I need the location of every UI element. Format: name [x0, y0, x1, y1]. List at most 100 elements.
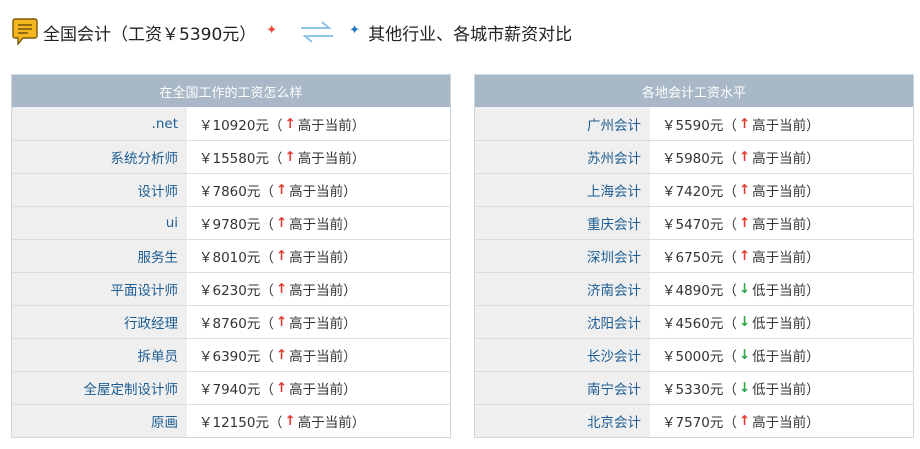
comparison-note: 低于当前 [752, 316, 807, 332]
arrow-up-icon: ↑ [284, 149, 296, 165]
row-name-link[interactable]: .net [12, 107, 187, 140]
close-paren: ） [806, 217, 820, 233]
comparison-note: 高于当前 [752, 217, 807, 233]
arrow-down-icon: ↓ [738, 314, 751, 330]
row-salary-cell: ￥8010元（↑ 高于当前） [187, 240, 450, 272]
row-salary-cell: ￥6230元（↑ 高于当前） [187, 273, 450, 305]
table-row: 沈阳会计 ￥4560元（↓ 低于当前） [475, 305, 913, 338]
close-paren: ） [343, 184, 357, 200]
row-name-link[interactable]: 北京会计 [475, 405, 650, 437]
row-salary-cell: ￥10920元（↑ 高于当前） [187, 107, 450, 140]
open-paren: （ [260, 250, 274, 266]
row-name-link[interactable]: ui [12, 207, 187, 239]
row-salary-cell: ￥8760元（↑ 高于当前） [187, 306, 450, 338]
close-paren: ） [351, 117, 366, 134]
row-salary-cell: ￥6750元（↑ 高于当前） [650, 240, 913, 272]
close-paren: ） [806, 415, 820, 431]
comparison-note: 高于当前 [297, 415, 352, 431]
row-salary-cell: ￥4560元（↓ 低于当前） [650, 306, 913, 338]
open-paren: （ [260, 217, 274, 233]
row-name-link[interactable]: 长沙会计 [475, 339, 650, 371]
comparison-note: 低于当前 [752, 283, 807, 299]
row-name-link[interactable]: 系统分析师 [12, 141, 187, 173]
open-paren: （ [268, 117, 283, 134]
row-salary-cell: ￥5980元（↑ 高于当前） [650, 141, 913, 173]
row-name-link[interactable]: 行政经理 [12, 306, 187, 338]
salary-value: ￥12150元 [199, 415, 269, 431]
row-name-link[interactable]: 南宁会计 [475, 372, 650, 404]
open-paren: （ [268, 415, 283, 431]
row-salary-cell: ￥6390元（↑ 高于当前） [187, 339, 450, 371]
red-sparkle-icon: ✦ [266, 22, 278, 38]
close-paren: ） [806, 382, 820, 398]
row-name-link[interactable]: 平面设计师 [12, 273, 187, 305]
row-salary-cell: ￥5470元（↑ 高于当前） [650, 207, 913, 239]
close-paren: ） [343, 382, 357, 398]
close-paren: ） [806, 151, 820, 167]
row-salary-cell: ￥4890元（↓ 低于当前） [650, 273, 913, 305]
table-row: 广州会计 ￥5590元（↑ 高于当前） [475, 107, 913, 140]
salary-value: ￥7860元 [199, 184, 261, 200]
comparison-note: 低于当前 [752, 349, 807, 365]
row-name-link[interactable]: 苏州会计 [475, 141, 650, 173]
table-row: 长沙会计 ￥5000元（↓ 低于当前） [475, 338, 913, 371]
table-row: 平面设计师 ￥6230元（↑ 高于当前） [12, 272, 450, 305]
swap-arrows-icon[interactable] [299, 19, 335, 45]
row-name-link[interactable]: 重庆会计 [475, 207, 650, 239]
row-name-link[interactable]: 深圳会计 [475, 240, 650, 272]
close-paren: ） [806, 117, 820, 134]
arrow-up-icon: ↑ [284, 115, 296, 132]
comparison-note: 高于当前 [289, 316, 344, 332]
row-name-link[interactable]: 沈阳会计 [475, 306, 650, 338]
salary-value: ￥8010元 [199, 250, 261, 266]
row-salary-cell: ￥7570元（↑ 高于当前） [650, 405, 913, 437]
close-paren: ） [806, 250, 820, 266]
open-paren: （ [260, 382, 274, 398]
close-paren: ） [806, 283, 820, 299]
row-salary-cell: ￥7940元（↑ 高于当前） [187, 372, 450, 404]
salary-value: ￥6750元 [662, 250, 724, 266]
row-name-link[interactable]: 全屋定制设计师 [12, 372, 187, 404]
row-name-link[interactable]: 上海会计 [475, 174, 650, 206]
row-name-link[interactable]: 设计师 [12, 174, 187, 206]
salary-value: ￥15580元 [199, 151, 269, 167]
table-row: 苏州会计 ￥5980元（↑ 高于当前） [475, 140, 913, 173]
table-row: 济南会计 ￥4890元（↓ 低于当前） [475, 272, 913, 305]
arrow-down-icon: ↓ [738, 347, 751, 363]
open-paren: （ [260, 184, 274, 200]
comparison-note: 高于当前 [289, 283, 344, 299]
table-row: 北京会计 ￥7570元（↑ 高于当前） [475, 404, 913, 437]
row-name-link[interactable]: 原画 [12, 405, 187, 437]
arrow-up-icon: ↑ [738, 248, 751, 264]
row-name-link[interactable]: 拆单员 [12, 339, 187, 371]
comparison-note: 高于当前 [752, 250, 807, 266]
compare-link[interactable]: 其他行业、各城市薪资对比 [368, 20, 572, 45]
open-paren: （ [260, 349, 274, 365]
open-paren: （ [723, 117, 737, 134]
row-name-link[interactable]: 服务生 [12, 240, 187, 272]
table-row: 原画 ￥12150元（↑ 高于当前） [12, 404, 450, 437]
table-row: 拆单员 ￥6390元（↑ 高于当前） [12, 338, 450, 371]
salary-value: ￥10920元 [199, 117, 269, 134]
salary-value: ￥8760元 [199, 316, 261, 332]
comparison-note: 高于当前 [297, 151, 352, 167]
row-name-link[interactable]: 广州会计 [475, 107, 650, 140]
comparison-note: 高于当前 [289, 217, 344, 233]
chat-bubble-icon [12, 18, 38, 46]
comparison-note: 高于当前 [752, 151, 807, 167]
comparison-note: 高于当前 [752, 117, 807, 134]
open-paren: （ [260, 316, 274, 332]
table-row: 重庆会计 ￥5470元（↑ 高于当前） [475, 206, 913, 239]
salary-value: ￥7420元 [662, 184, 724, 200]
arrow-up-icon: ↑ [738, 413, 751, 429]
table-row: 行政经理 ￥8760元（↑ 高于当前） [12, 305, 450, 338]
arrow-up-icon: ↑ [275, 215, 288, 231]
row-name-link[interactable]: 济南会计 [475, 273, 650, 305]
arrow-up-icon: ↑ [738, 149, 751, 165]
salary-value: ￥9780元 [199, 217, 261, 233]
close-paren: ） [343, 316, 357, 332]
arrow-up-icon: ↑ [738, 215, 751, 231]
national-salary-table: 在全国工作的工资怎么样 .net ￥10920元（↑ 高于当前）系统分析师 ￥1558… [11, 74, 451, 438]
open-paren: （ [268, 151, 283, 167]
arrow-up-icon: ↑ [275, 314, 288, 330]
